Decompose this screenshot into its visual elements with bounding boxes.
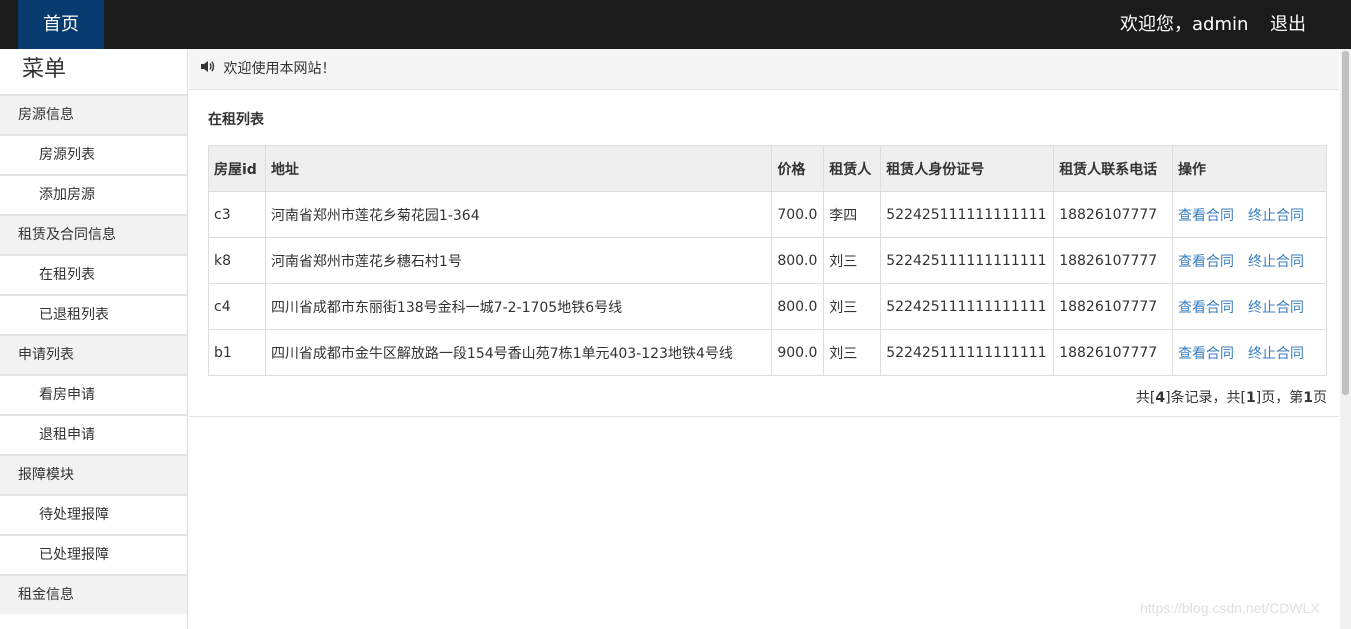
pager-text: 页 [1313, 390, 1327, 406]
rent-list-panel: 在租列表 房屋id 地址 价格 租赁人 租赁人身份证号 租赁人联系电话 操作 c3 河南省郑州… [189, 90, 1339, 417]
id-number-cell: 522425111111111111 [880, 191, 1055, 238]
table-row: b1 四川省成都市金牛区解放路一段154号香山苑7栋1单元403-123地铁4号线… [208, 329, 1327, 376]
id-number-cell: 522425111111111111 [880, 283, 1055, 330]
pagination-info: 共[4]条记录，共[1]页，第1页 [1136, 387, 1327, 407]
list-title: 在租列表 [208, 112, 264, 128]
price-cell: 800.0 [771, 283, 825, 330]
view-contract-link[interactable]: 查看合同 [1178, 254, 1234, 270]
column-header: 租赁人身份证号 [880, 145, 1055, 192]
notice-bar: 欢迎使用本网站！ [189, 49, 1339, 90]
terminate-contract-link[interactable]: 终止合同 [1248, 300, 1304, 316]
price-cell: 900.0 [771, 329, 825, 376]
sidebar-item[interactable]: 待处理报障 [0, 494, 187, 534]
sidebar-group-header[interactable]: 申请列表 [0, 334, 187, 374]
sidebar-group-header[interactable]: 租金信息 [0, 574, 187, 614]
column-header: 价格 [771, 145, 825, 192]
terminate-contract-link[interactable]: 终止合同 [1248, 346, 1304, 362]
menu-title: 菜单 [22, 57, 67, 82]
speaker-icon [200, 49, 215, 89]
sidebar-menu: 菜单 房源信息 房源列表 添加房源 租赁及合同信息 在租列表 已退租列表 申请列表 看房申请退… [0, 49, 188, 629]
view-contract-link[interactable]: 查看合同 [1178, 346, 1234, 362]
column-header: 地址 [264, 145, 773, 192]
house-id-cell: b1 [208, 329, 266, 376]
sidebar-item[interactable]: 添加房源 [0, 174, 187, 214]
actions-cell: 查看合同 终止合同 [1172, 191, 1327, 238]
sidebar-item[interactable]: 已退租列表 [0, 294, 187, 334]
total-pages: 1 [1246, 390, 1256, 406]
sidebar-item[interactable]: 退租申请 [0, 414, 187, 454]
phone-cell: 18826107777 [1053, 237, 1173, 284]
address-cell: 河南省郑州市莲花乡菊花园1-364 [264, 191, 773, 238]
column-header: 操作 [1172, 145, 1327, 192]
terminate-contract-link[interactable]: 终止合同 [1248, 254, 1304, 270]
notice-text: 欢迎使用本网站！ [223, 61, 336, 77]
address-cell: 河南省郑州市莲花乡穗石村1号 [264, 237, 773, 284]
sidebar-group-header[interactable]: 租赁及合同信息 [0, 214, 187, 254]
terminate-contract-link[interactable]: 终止合同 [1248, 208, 1304, 224]
table-row: k8 河南省郑州市莲花乡穗石村1号 800.0 刘三 52242511111111111… [208, 237, 1327, 284]
tenant-cell: 刘三 [823, 329, 882, 376]
tenant-cell: 刘三 [823, 237, 882, 284]
id-number-cell: 522425111111111111 [880, 237, 1055, 284]
house-id-cell: c3 [208, 191, 266, 238]
actions-cell: 查看合同 终止合同 [1172, 283, 1327, 330]
house-id-cell: c4 [208, 283, 266, 330]
pager-text: ]条记录，共[ [1165, 390, 1247, 406]
tenant-cell: 刘三 [823, 283, 882, 330]
logout-link[interactable]: 退出 [1270, 0, 1306, 49]
rent-table: 房屋id 地址 价格 租赁人 租赁人身份证号 租赁人联系电话 操作 c3 河南省郑州市莲花乡菊… [208, 145, 1327, 376]
sidebar-group-header[interactable]: 房源信息 [0, 94, 187, 134]
pager-text: ]页，第 [1255, 390, 1304, 406]
tenant-cell: 李四 [823, 191, 882, 238]
sidebar-item[interactable]: 房源列表 [0, 134, 187, 174]
watermark: https://blog.csdn.net/CDWLX [1140, 600, 1320, 616]
pager-text: 共[ [1135, 390, 1156, 406]
table-row: c4 四川省成都市东丽街138号金科一城7-2-1705地铁6号线 800.0 刘三 5… [208, 283, 1327, 330]
actions-cell: 查看合同 终止合同 [1172, 329, 1327, 376]
phone-cell: 18826107777 [1053, 191, 1173, 238]
table-header-row: 房屋id 地址 价格 租赁人 租赁人身份证号 租赁人联系电话 操作 [208, 145, 1327, 192]
column-header: 房屋id [208, 145, 266, 192]
sidebar-item[interactable]: 已处理报障 [0, 534, 187, 574]
view-contract-link[interactable]: 查看合同 [1178, 208, 1234, 224]
scrollbar-thumb[interactable] [1342, 51, 1349, 395]
page-scrollbar[interactable] [1340, 49, 1351, 629]
price-cell: 800.0 [771, 237, 825, 284]
sidebar-group-header[interactable]: 报障模块 [0, 454, 187, 494]
total-records: 4 [1155, 390, 1166, 406]
top-navbar: 首页 欢迎您，admin 退出 [0, 0, 1351, 49]
house-id-cell: k8 [208, 237, 266, 284]
column-header: 租赁人 [823, 145, 882, 192]
home-tab[interactable]: 首页 [18, 0, 104, 49]
main-content: 欢迎使用本网站！ 在租列表 房屋id 地址 价格 租赁人 租赁人身份证号 租赁人联系电话操… [189, 49, 1339, 629]
address-cell: 四川省成都市金牛区解放路一段154号香山苑7栋1单元403-123地铁4号线 [264, 329, 773, 376]
sidebar-item[interactable]: 在租列表 [0, 254, 187, 294]
column-header: 租赁人联系电话 [1053, 145, 1173, 192]
address-cell: 四川省成都市东丽街138号金科一城7-2-1705地铁6号线 [264, 283, 773, 330]
welcome-user-text: 欢迎您，admin [1120, 14, 1249, 35]
view-contract-link[interactable]: 查看合同 [1178, 300, 1234, 316]
actions-cell: 查看合同 终止合同 [1172, 237, 1327, 284]
sidebar-item[interactable]: 看房申请 [0, 374, 187, 414]
phone-cell: 18826107777 [1053, 329, 1173, 376]
price-cell: 700.0 [771, 191, 825, 238]
table-row: c3 河南省郑州市莲花乡菊花园1-364 700.0 李四 52242511111111… [208, 191, 1327, 238]
phone-cell: 18826107777 [1053, 283, 1173, 330]
id-number-cell: 522425111111111111 [880, 329, 1055, 376]
current-page: 1 [1303, 390, 1313, 406]
